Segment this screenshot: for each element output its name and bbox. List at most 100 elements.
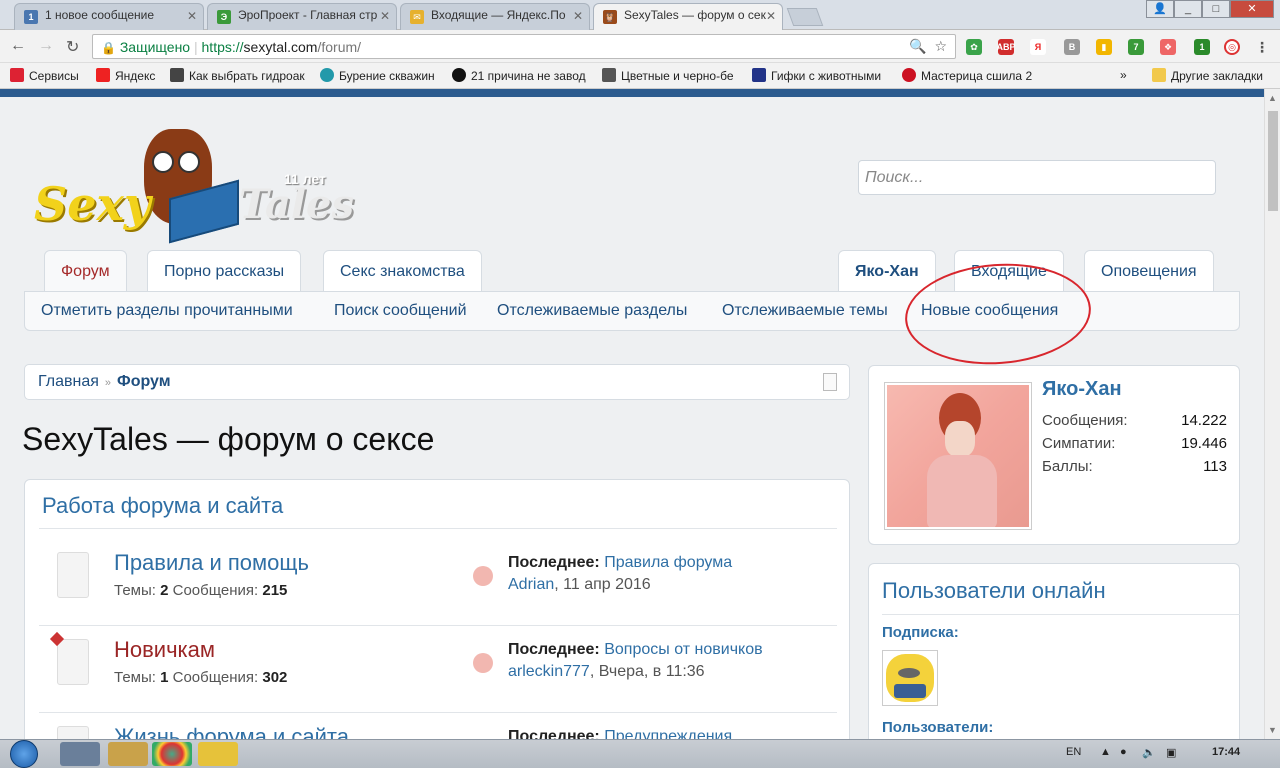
browser-tab-2[interactable]: Э ЭроПроект - Главная стр ✕ bbox=[207, 3, 397, 30]
new-tab-button[interactable] bbox=[786, 8, 824, 26]
forum-read-icon bbox=[57, 552, 89, 598]
reload-icon[interactable]: ↻ bbox=[66, 37, 79, 57]
more-bookmarks-chevron-icon[interactable]: » bbox=[1120, 68, 1127, 82]
shield-icon[interactable]: 7 bbox=[1128, 39, 1144, 55]
bookmark-yandex[interactable]: Яндекс bbox=[96, 68, 155, 83]
windows-logo-icon bbox=[10, 740, 38, 768]
visitor-username[interactable]: Яко-Хан bbox=[1042, 378, 1122, 401]
target-icon[interactable]: ◎ bbox=[1224, 39, 1240, 55]
close-icon[interactable]: ✕ bbox=[766, 9, 776, 23]
page-scrollbar[interactable]: ▲ ▼ bbox=[1264, 89, 1280, 739]
browser-tab-4-active[interactable]: 🦉 SexyTales — форум о сек ✕ bbox=[593, 3, 783, 31]
last-post-link[interactable]: Правила форума bbox=[604, 554, 732, 571]
node-last-post: Последнее: Предупреждения bbox=[508, 728, 732, 739]
node-title[interactable]: Правила и помощь bbox=[114, 550, 309, 576]
yandex-icon[interactable]: Я bbox=[1030, 39, 1046, 55]
scroll-up-icon[interactable]: ▲ bbox=[1268, 93, 1277, 103]
close-icon[interactable]: ✕ bbox=[380, 9, 390, 23]
breadcrumb-current[interactable]: Форум bbox=[117, 373, 171, 390]
node-title[interactable]: Жизнь форума и сайта bbox=[114, 724, 349, 739]
avatar[interactable] bbox=[884, 382, 1032, 530]
tab-porno-stories[interactable]: Порно рассказы bbox=[147, 250, 302, 292]
breadcrumb-home[interactable]: Главная bbox=[38, 373, 99, 390]
search-posts-link[interactable]: Поиск сообщений bbox=[334, 302, 467, 320]
search-input[interactable]: Поиск... bbox=[858, 160, 1216, 195]
document-icon[interactable] bbox=[823, 373, 837, 391]
volume-icon[interactable]: 🔈 bbox=[1142, 746, 1156, 759]
last-post-link[interactable]: Вопросы от новичков bbox=[604, 641, 762, 658]
1c-icon[interactable] bbox=[198, 742, 238, 766]
site-icon bbox=[452, 68, 466, 82]
watched-forums-link[interactable]: Отслеживаемые разделы bbox=[497, 302, 687, 320]
tab-forum[interactable]: Форум bbox=[44, 250, 127, 292]
maximize-icon[interactable]: □ bbox=[1202, 0, 1230, 18]
bookmark-6[interactable]: Гифки с животными bbox=[752, 68, 888, 83]
extension-icon-1[interactable]: ✿ bbox=[966, 39, 982, 55]
mark-forums-read-link[interactable]: Отметить разделы прочитанными bbox=[41, 302, 293, 320]
tray-app-icon[interactable]: ● bbox=[1120, 746, 1127, 758]
bookmark-2[interactable]: Как выбрать гидроак bbox=[170, 68, 308, 83]
tab-title: SexyTales — форум о сек bbox=[624, 8, 766, 22]
last-post-user[interactable]: Adrian bbox=[508, 576, 554, 593]
last-post-link[interactable]: Предупреждения bbox=[604, 728, 732, 739]
extension-icon-2[interactable]: ❖ bbox=[1160, 39, 1176, 55]
other-bookmarks[interactable]: Другие закладки bbox=[1152, 68, 1263, 83]
tab-user-profile[interactable]: Яко-Хан bbox=[838, 250, 936, 292]
tray-arrow-icon[interactable]: ▲ bbox=[1100, 746, 1111, 758]
rss-icon[interactable] bbox=[473, 653, 493, 673]
window-close-icon[interactable]: ✕ bbox=[1230, 0, 1274, 18]
tab-alerts[interactable]: Оповещения bbox=[1084, 250, 1214, 292]
address-bar[interactable]: 🔒 Защищено | https://sexytal.com/forum/ … bbox=[92, 34, 956, 59]
browser-tab-1[interactable]: 1 1 новое сообщение ✕ bbox=[14, 3, 204, 30]
bookmark-3[interactable]: Бурение скважин bbox=[320, 68, 435, 83]
forward-arrow-icon[interactable]: → bbox=[38, 37, 54, 55]
start-button[interactable] bbox=[2, 740, 46, 768]
browser-tab-3[interactable]: ✉ Входящие — Яндекс.По ✕ bbox=[400, 3, 590, 30]
close-icon[interactable]: ✕ bbox=[187, 9, 197, 23]
bookmark-7[interactable]: Мастерица сшила 2 bbox=[902, 68, 1036, 83]
bookmark-5[interactable]: Цветные и черно-бе bbox=[602, 68, 738, 83]
site-logo[interactable]: Sexy Tales 11 лет bbox=[34, 129, 354, 244]
clock[interactable]: 17:44 bbox=[1212, 746, 1240, 758]
vk-icon[interactable]: B bbox=[1064, 39, 1080, 55]
window-controls: 👤 _ □ ✕ bbox=[1146, 0, 1274, 18]
avatar[interactable] bbox=[882, 650, 938, 706]
subscription-label: Подписка: bbox=[882, 624, 959, 641]
network-icon[interactable]: ▣ bbox=[1166, 746, 1176, 759]
bookmark-star-icon[interactable]: ☆ bbox=[934, 38, 947, 54]
windows-taskbar: EN ▲ ● 🔈 ▣ 17:44 bbox=[0, 739, 1280, 768]
forum-read-icon bbox=[57, 726, 89, 739]
logo-years: 11 лет bbox=[284, 171, 326, 187]
category-title[interactable]: Работа форума и сайта bbox=[42, 493, 283, 519]
chrome-icon[interactable] bbox=[152, 742, 192, 766]
tab-title: ЭроПроект - Главная стр bbox=[238, 8, 378, 22]
online-users-title[interactable]: Пользователи онлайн bbox=[882, 578, 1106, 604]
scrollbar-thumb[interactable] bbox=[1268, 111, 1278, 211]
language-indicator[interactable]: EN bbox=[1066, 746, 1081, 758]
bookmark-services[interactable]: Сервисы bbox=[10, 68, 79, 83]
eye-icon bbox=[752, 68, 766, 82]
menu-icon[interactable]: ⋮ bbox=[1254, 39, 1270, 55]
bookmark-4[interactable]: 21 причина не завод bbox=[452, 68, 590, 83]
user-icon[interactable]: 👤 bbox=[1146, 0, 1174, 18]
visitor-panel: Яко-Хан Сообщения: 14.222 Симпатии: 19.446… bbox=[868, 365, 1240, 545]
adblock-icon[interactable]: ABP bbox=[997, 39, 1016, 55]
bookmark-flag-icon[interactable]: ▮ bbox=[1096, 39, 1112, 55]
scroll-down-icon[interactable]: ▼ bbox=[1268, 725, 1277, 735]
yandex-icon bbox=[96, 68, 110, 82]
folder-icon[interactable] bbox=[108, 742, 148, 766]
back-arrow-icon[interactable]: ← bbox=[10, 37, 26, 55]
extension-icon-3[interactable]: 1 bbox=[1194, 39, 1210, 55]
zoom-icon[interactable]: 🔍 bbox=[909, 38, 926, 54]
minion-avatar-icon bbox=[886, 654, 934, 702]
watched-threads-link[interactable]: Отслеживаемые темы bbox=[722, 302, 888, 320]
close-icon[interactable]: ✕ bbox=[573, 9, 583, 23]
browser-tab-strip: 1 1 новое сообщение ✕ Э ЭроПроект - Глав… bbox=[0, 0, 1280, 31]
page-title: SexyTales — форум о сексе bbox=[22, 421, 435, 457]
minimize-icon[interactable]: _ bbox=[1174, 0, 1202, 18]
save-icon[interactable] bbox=[60, 742, 100, 766]
last-post-user[interactable]: arleckin777 bbox=[508, 663, 590, 680]
tab-dating[interactable]: Секс знакомства bbox=[323, 250, 482, 292]
rss-icon[interactable] bbox=[473, 566, 493, 586]
node-title[interactable]: Новичкам bbox=[114, 637, 215, 663]
